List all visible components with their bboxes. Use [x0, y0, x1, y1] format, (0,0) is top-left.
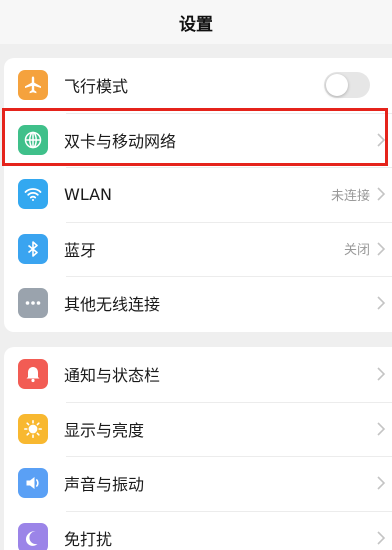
globe-icon — [18, 124, 48, 155]
settings-item-notifications[interactable]: 通知与状态栏 — [4, 347, 392, 402]
settings-item-do-not-disturb[interactable]: 免打扰 — [4, 510, 392, 550]
speaker-icon — [18, 468, 48, 499]
chevron-right-icon — [377, 187, 386, 201]
notification-icon — [18, 359, 48, 390]
do-not-disturb-label: 免打扰 — [64, 529, 113, 549]
airplane-mode-toggle[interactable] — [324, 72, 370, 99]
settings-item-wlan[interactable]: WLAN 未连接 — [4, 167, 392, 222]
sun-icon — [18, 413, 48, 444]
airplane-icon — [18, 70, 48, 101]
settings-group-system: 通知与状态栏 显示与亮度 声音与振动 免打扰 — [4, 347, 392, 550]
settings-item-display-brightness[interactable]: 显示与亮度 — [4, 401, 392, 457]
chevron-right-icon — [377, 531, 386, 545]
wifi-icon — [18, 179, 48, 210]
settings-item-sound-vibration[interactable]: 声音与振动 — [4, 456, 392, 511]
chevron-right-icon — [377, 367, 386, 381]
other-wireless-label: 其他无线连接 — [64, 295, 161, 315]
chevron-right-icon — [377, 242, 386, 256]
notifications-label: 通知与状态栏 — [64, 366, 161, 386]
chevron-right-icon — [377, 296, 386, 310]
wlan-label: WLAN — [64, 184, 113, 204]
more-dots-icon — [18, 288, 48, 319]
bluetooth-icon — [18, 233, 48, 264]
moon-icon — [18, 522, 48, 550]
sound-vibration-label: 声音与振动 — [64, 475, 145, 495]
nav-bar: 设置 — [0, 0, 392, 44]
airplane-mode-label: 飞行模式 — [64, 77, 129, 97]
chevron-right-icon — [377, 422, 386, 436]
page-title: 设置 — [179, 14, 213, 35]
settings-item-other-wireless[interactable]: 其他无线连接 — [4, 276, 392, 331]
display-brightness-label: 显示与亮度 — [64, 420, 145, 440]
settings-item-dual-sim-network[interactable]: 双卡与移动网络 — [4, 112, 392, 168]
bluetooth-status: 关闭 — [343, 243, 370, 259]
dual-sim-network-label: 双卡与移动网络 — [64, 131, 177, 151]
chevron-right-icon — [377, 476, 386, 490]
bluetooth-label: 蓝牙 — [64, 240, 97, 260]
settings-item-airplane-mode[interactable]: 飞行模式 — [4, 58, 392, 113]
settings-item-bluetooth[interactable]: 蓝牙 关闭 — [4, 221, 392, 277]
toggle-knob — [326, 74, 348, 97]
wlan-status: 未连接 — [330, 188, 370, 204]
chevron-right-icon — [377, 133, 386, 147]
settings-group-connectivity: 飞行模式 双卡与移动网络 WLAN 未连接 蓝牙 关闭 其他无线连接 — [4, 58, 392, 332]
